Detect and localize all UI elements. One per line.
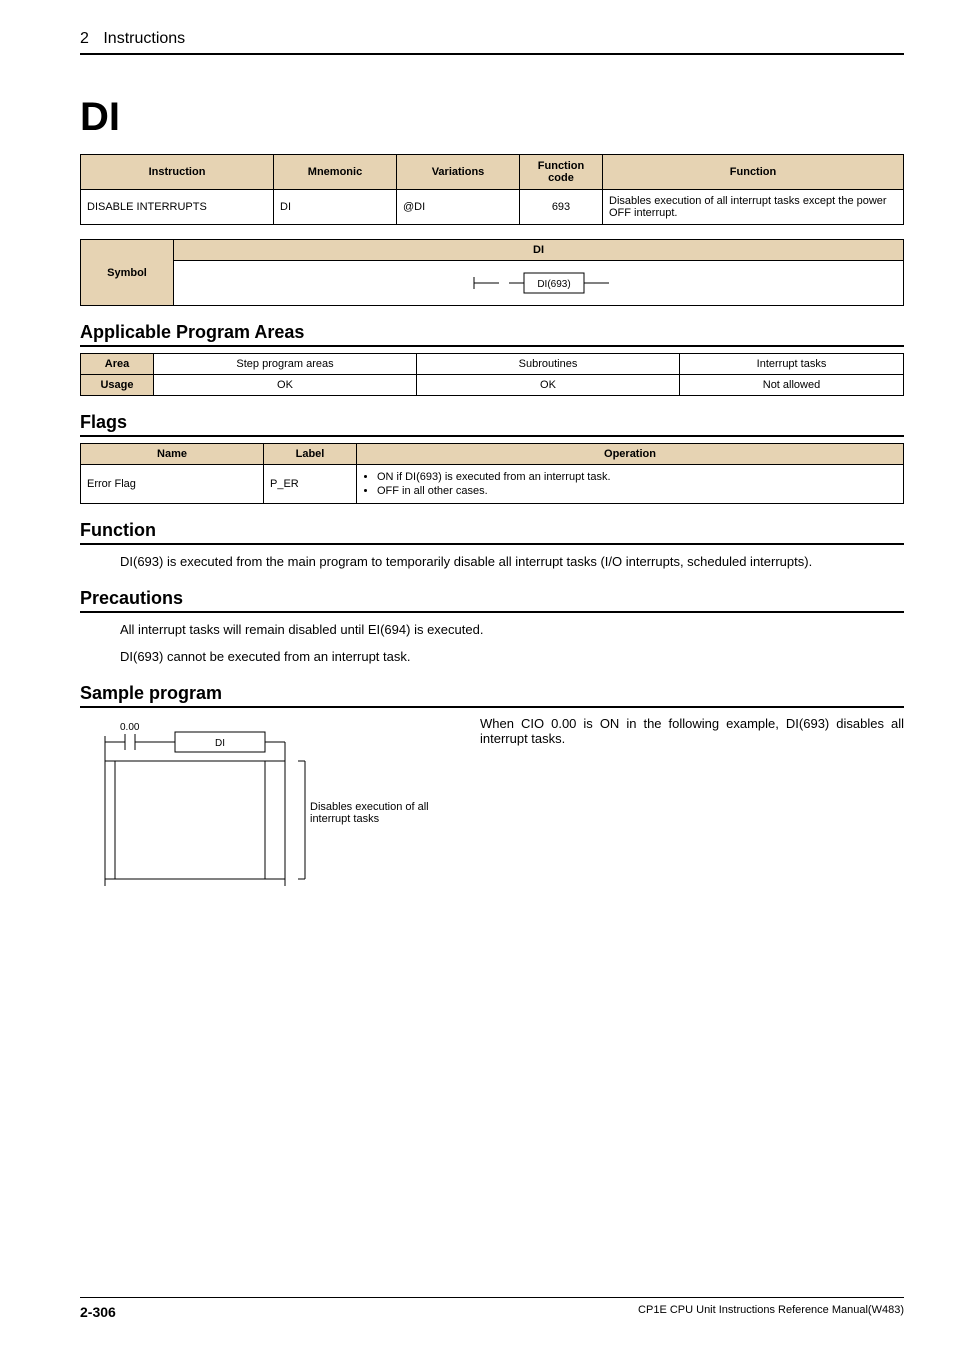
td-variations: @DI [397,190,520,225]
section-function: Function [80,520,904,545]
instruction-title: DI [80,95,904,140]
td-function: Disables execution of all interrupt task… [603,190,904,225]
section-precautions: Precautions [80,588,904,613]
footer-doc-title: CP1E CPU Unit Instructions Reference Man… [638,1304,904,1320]
sample-text: When CIO 0.00 is ON in the following exa… [460,716,904,916]
areas-table: Area Step program areas Subroutines Inte… [80,353,904,396]
flags-table: Name Label Operation Error Flag P_ER ON … [80,443,904,504]
ladder-box-label: DI [215,738,225,749]
symbol-box-label: DI(693) [537,279,570,290]
th-mnemonic: Mnemonic [274,155,397,190]
th-instruction: Instruction [81,155,274,190]
page-number: 2-306 [80,1304,116,1320]
flags-th-label: Label [264,444,357,465]
instruction-summary-table: Instruction Mnemonic Variations Function… [80,154,904,225]
chapter-title: Instructions [103,30,185,47]
ladder-note: Disables execution of all interrupt task… [310,801,440,825]
areas-col-int: Interrupt tasks [680,354,904,375]
th-function: Function [603,155,904,190]
chapter-number: 2 [80,30,89,48]
symbol-table: Symbol DI DI(693) [80,239,904,306]
areas-usage-label: Usage [81,375,154,396]
ladder-svg: 0.00 DI [100,716,320,896]
page-header: 2 Instructions [80,30,904,55]
td-mnemonic: DI [274,190,397,225]
symbol-header: DI [174,240,904,261]
symbol-side-label: Symbol [81,240,174,306]
symbol-diagram: DI(693) [180,265,897,301]
flags-th-name: Name [81,444,264,465]
flags-th-op: Operation [357,444,904,465]
precaution-2: DI(693) cannot be executed from an inter… [120,648,904,667]
page-footer: 2-306 CP1E CPU Unit Instructions Referen… [80,1297,904,1320]
areas-val-sub: OK [417,375,680,396]
th-function-code: Function code [520,155,603,190]
th-variations: Variations [397,155,520,190]
precaution-1: All interrupt tasks will remain disabled… [120,621,904,640]
flags-td-name: Error Flag [81,465,264,504]
areas-area-label: Area [81,354,154,375]
areas-val-step: OK [154,375,417,396]
flags-op-1: ON if DI(693) is executed from an interr… [377,471,897,483]
areas-col-step: Step program areas [154,354,417,375]
section-applicable-areas: Applicable Program Areas [80,322,904,347]
td-instruction: DISABLE INTERRUPTS [81,190,274,225]
section-flags: Flags [80,412,904,437]
td-function-code: 693 [520,190,603,225]
section-sample: Sample program [80,683,904,708]
function-text: DI(693) is executed from the main progra… [120,553,904,572]
ladder-diagram-area: 0.00 DI [80,716,460,916]
flags-td-op: ON if DI(693) is executed from an interr… [357,465,904,504]
symbol-cell: DI(693) [174,261,904,306]
areas-val-int: Not allowed [680,375,904,396]
contact-label: 0.00 [120,722,140,733]
flags-td-label: P_ER [264,465,357,504]
areas-col-sub: Subroutines [417,354,680,375]
flags-op-2: OFF in all other cases. [377,485,897,497]
symbol-svg: DI(693) [439,268,639,298]
